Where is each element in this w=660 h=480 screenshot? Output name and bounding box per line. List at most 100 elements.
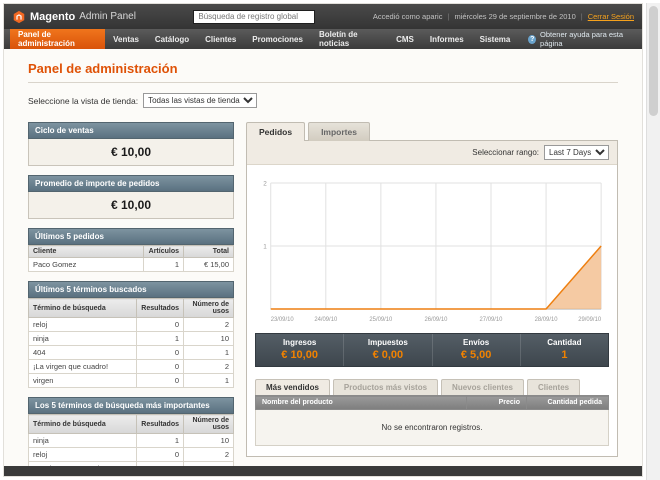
column-header: Nombre del producto [255, 395, 467, 410]
vertical-scrollbar[interactable] [646, 3, 660, 480]
magento-logo: Magento Admin Panel [12, 10, 136, 24]
panel-title: Últimos 5 pedidos [28, 228, 234, 245]
nav-item-informes[interactable]: Informes [422, 29, 472, 49]
header-separator: | [580, 12, 583, 21]
stats-bar: Ingresos € 10,00 Impuestos € 0,00 Envíos… [255, 333, 609, 367]
orders-chart: 1 2 23/09/10 24/09/10 25/09/10 26/09/10 27/09/… [263, 180, 602, 323]
stat-ingresos: Ingresos € 10,00 [256, 334, 343, 366]
nav-item-ventas[interactable]: Ventas [105, 29, 147, 49]
table-row[interactable]: reloj 0 2 [27, 317, 234, 332]
cell-term: ¡La virgen que cuadro! [27, 359, 138, 374]
global-search-input[interactable] [193, 9, 316, 24]
stat-label: Impuestos [367, 338, 408, 347]
svg-text:27/09/10: 27/09/10 [480, 317, 504, 323]
column-header: Cantidad pedida [526, 395, 609, 410]
admin-page: Magento Admin Panel Accedió como aparic … [3, 3, 643, 477]
chart-container: 1 2 23/09/10 24/09/10 25/09/10 26/09/10 27/09/… [247, 165, 617, 327]
svg-text:1: 1 [263, 243, 267, 250]
main-nav: Panel de administración Ventas Catálogo … [4, 29, 642, 49]
last-orders-table: Cliente Artículos Total Paco Gomez 1 € 1… [28, 245, 234, 272]
svg-text:2: 2 [263, 180, 267, 187]
nav-item-boletin[interactable]: Boletín de noticias [311, 29, 388, 49]
cell-items: 1 [143, 257, 184, 272]
tab-clientes[interactable]: Clientes [526, 379, 581, 395]
table-row[interactable]: ninja 1 10 [27, 433, 234, 448]
page-help-link[interactable]: ? Obtener ayuda para esta página [518, 29, 642, 49]
scrollbar-thumb[interactable] [649, 6, 658, 116]
table-header-row: Término de búsqueda Resultados Número de… [27, 298, 234, 318]
cell-uses: 10 [183, 433, 234, 448]
nav-item-promociones[interactable]: Promociones [244, 29, 311, 49]
nav-item-cms[interactable]: CMS [388, 29, 422, 49]
top-search-terms-table: Término de búsqueda Resultados Número de… [27, 414, 234, 466]
tab-nuevos-clientes[interactable]: Nuevos clientes [441, 379, 524, 395]
products-tabs: Más vendidos Productos más vistos Nuevos… [247, 367, 617, 395]
tab-productos-mas-vistos[interactable]: Productos más vistos [332, 379, 439, 395]
table-header-row: Cliente Artículos Total [28, 245, 234, 258]
browser-viewport: Magento Admin Panel Accedió como aparic … [0, 0, 660, 480]
header-date: miércoles 29 de septiembre de 2010 [454, 12, 576, 21]
column-header: Cliente [28, 245, 144, 258]
svg-text:26/09/10: 26/09/10 [424, 317, 448, 323]
empty-message: No se encontraron registros. [255, 409, 609, 446]
dashboard-columns: Ciclo de ventas € 10,00 Promedio de impo… [27, 122, 618, 466]
footer-bar [4, 466, 642, 476]
svg-text:23/09/10: 23/09/10 [271, 317, 295, 323]
global-search [144, 9, 365, 24]
panel-title: Ciclo de ventas [28, 122, 234, 139]
help-label: Obtener ayuda para esta página [540, 30, 624, 48]
cell-results: 0 [136, 373, 184, 388]
cell-results: 0 [136, 359, 184, 374]
logout-link[interactable]: Cerrar Sesión [588, 12, 634, 21]
logged-in-as: Accedió como aparic [372, 12, 443, 21]
svg-text:29/09/10: 29/09/10 [578, 317, 602, 323]
table-row[interactable]: virgen 0 1 [27, 373, 234, 388]
lifetime-sales-panel: Ciclo de ventas € 10,00 [28, 122, 234, 166]
store-switcher: Seleccione la vista de tienda: Todas las… [28, 93, 618, 108]
cell-total: € 15,00 [183, 257, 234, 272]
column-header: Número de usos [183, 298, 234, 318]
store-view-select[interactable]: Todas las vistas de tienda [143, 93, 258, 108]
table-header-row: Nombre del producto Precio Cantidad pedi… [255, 395, 609, 410]
cell-results: 1 [136, 331, 184, 346]
nav-item-dashboard[interactable]: Panel de administración [10, 29, 106, 49]
tab-importes[interactable]: Importes [308, 122, 370, 141]
cell-results: 1 [136, 433, 184, 448]
stat-impuestos: Impuestos € 0,00 [343, 334, 431, 366]
logo-subtitle: Admin Panel [79, 11, 136, 22]
table-row[interactable]: ¡La virgen que cuadro! 0 2 [27, 359, 234, 374]
tab-mas-vendidos[interactable]: Más vendidos [255, 379, 330, 395]
orders-panel: Seleccionar rango: Last 7 Days 1 2 23/09/1… [246, 140, 618, 457]
cell-term: reloj [27, 317, 138, 332]
header-bar: Magento Admin Panel Accedió como aparic … [4, 4, 642, 29]
cell-results: 0 [136, 345, 184, 360]
dashboard-sidebar: Ciclo de ventas € 10,00 Promedio de impo… [27, 122, 234, 466]
table-row[interactable]: reloj 0 2 [27, 447, 234, 462]
last-search-terms-table: Término de búsqueda Resultados Número de… [27, 298, 234, 388]
nav-item-sistema[interactable]: Sistema [472, 29, 519, 49]
table-row[interactable]: 404 0 1 [27, 345, 234, 360]
content-area: Panel de administración Seleccione la vi… [4, 49, 642, 466]
nav-item-clientes[interactable]: Clientes [197, 29, 244, 49]
nav-item-catalogo[interactable]: Catálogo [147, 29, 197, 49]
last-search-terms-panel: Últimos 5 términos buscados Término de b… [27, 281, 234, 388]
svg-text:24/09/10: 24/09/10 [314, 317, 338, 323]
empty-row: No se encontraron registros. [255, 409, 609, 446]
range-selector-row: Seleccionar rango: Last 7 Days [247, 141, 617, 165]
header-separator: | [447, 12, 450, 21]
help-icon: ? [528, 34, 537, 44]
stat-value: 1 [561, 349, 568, 361]
stat-label: Ingresos [282, 338, 317, 347]
tab-pedidos[interactable]: Pedidos [246, 122, 306, 141]
stat-value: € 0,00 [372, 349, 404, 361]
cell-uses: 2 [183, 317, 234, 332]
range-label: Seleccionar rango: [472, 148, 539, 157]
title-divider [28, 82, 618, 83]
table-row[interactable]: Paco Gomez 1 € 15,00 [28, 257, 234, 272]
logo-text: Magento [30, 10, 76, 23]
orders-tabs: Pedidos Importes [246, 122, 618, 141]
average-orders-value: € 10,00 [28, 192, 234, 219]
range-select[interactable]: Last 7 Days [544, 145, 609, 160]
cell-term: ninja [27, 331, 138, 346]
table-row[interactable]: ninja 1 10 [27, 331, 234, 346]
